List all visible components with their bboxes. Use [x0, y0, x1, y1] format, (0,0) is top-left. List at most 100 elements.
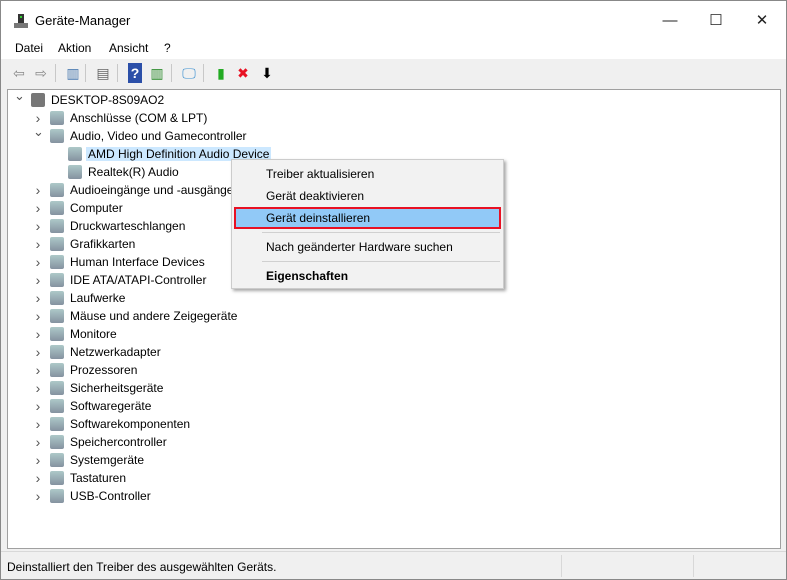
uninstall-button[interactable]: ✖ — [233, 63, 253, 83]
storage-icon — [50, 435, 64, 449]
chevron-right-icon[interactable]: › — [33, 488, 43, 504]
mouse-icon — [50, 309, 64, 323]
download-button[interactable]: ⬇ — [257, 63, 277, 83]
tree-item[interactable]: › Prozessoren — [8, 361, 778, 379]
chevron-right-icon[interactable]: › — [33, 398, 43, 414]
properties-button[interactable]: ▤ — [93, 63, 113, 83]
menu-ansicht[interactable]: Ansicht — [109, 41, 148, 55]
chevron-right-icon[interactable]: › — [33, 326, 43, 342]
tree-item-label: Systemgeräte — [70, 453, 145, 467]
tree-item-label: Softwaregeräte — [70, 399, 152, 413]
context-menu: Treiber aktualisieren Gerät deaktivieren G… — [231, 159, 504, 289]
device-manager-window: Geräte-Manager — ☐ ✕ Datei Aktion Ansich… — [0, 0, 787, 580]
security-icon — [50, 381, 64, 395]
system-icon — [50, 453, 64, 467]
tree-item-label: Netzwerkadapter — [70, 345, 161, 359]
tree-item-label: Anschlüsse (COM & LPT) — [70, 111, 208, 125]
forward-arrow-icon: ⇨ — [35, 64, 47, 81]
tree-item[interactable]: › Softwarekomponenten — [8, 415, 778, 433]
speaker-icon — [68, 165, 82, 179]
tree-item-label: Prozessoren — [70, 363, 138, 377]
update-driver-icon: ▮ — [217, 64, 225, 81]
chevron-right-icon[interactable]: › — [33, 272, 43, 288]
uninstall-icon: ✖ — [237, 64, 249, 81]
printer-icon — [50, 219, 64, 233]
chevron-right-icon[interactable]: › — [33, 416, 43, 432]
tree-item-label: Realtek(R) Audio — [88, 165, 179, 179]
tree-item[interactable]: › Tastaturen — [8, 469, 778, 487]
update-driver-button[interactable]: ▮ — [211, 63, 231, 83]
tree-item[interactable]: › USB-Controller — [8, 487, 778, 505]
chevron-down-icon[interactable]: ⌄ — [33, 124, 44, 140]
chevron-right-icon[interactable]: › — [33, 452, 43, 468]
tree-item[interactable]: ⌄ DESKTOP-8S09AO2 — [8, 88, 778, 109]
back-arrow-button[interactable]: ⇦ — [9, 63, 29, 83]
tree-item[interactable]: › Sicherheitsgeräte — [8, 379, 778, 397]
toolbar-separator — [85, 64, 86, 82]
chevron-right-icon[interactable]: › — [33, 344, 43, 360]
console-tree-button[interactable]: ▥ — [63, 63, 83, 83]
device-tree[interactable]: ⌄ DESKTOP-8S09AO2 › Anschlüsse (COM & LPT) ⌄… — [7, 88, 781, 549]
help-button[interactable]: ? — [128, 63, 142, 83]
window-title: Geräte-Manager — [35, 13, 131, 28]
usb-icon — [50, 489, 64, 503]
toolbar-separator — [203, 64, 204, 82]
tree-item[interactable]: › Laufwerke — [8, 289, 778, 307]
tree-item[interactable]: › Monitore — [8, 325, 778, 343]
menu-help[interactable]: ? — [164, 41, 171, 55]
menu-item-gerät-deinstallieren[interactable]: Gerät deinstallieren — [234, 207, 501, 229]
chevron-right-icon[interactable]: › — [33, 254, 43, 270]
menu-item-treiber-aktualisieren[interactable]: Treiber aktualisieren — [234, 163, 501, 185]
processor-icon — [50, 363, 64, 377]
properties-icon: ▤ — [96, 64, 110, 81]
menu-separator — [262, 261, 500, 262]
chevron-right-icon[interactable]: › — [33, 236, 43, 252]
console-tree-icon: ▥ — [66, 64, 80, 81]
tree-item[interactable]: › Anschlüsse (COM & LPT) — [8, 109, 778, 127]
back-arrow-icon: ⇦ — [13, 64, 25, 81]
tree-item-label: Druckwarteschlangen — [70, 219, 186, 233]
menu-aktion[interactable]: Aktion — [58, 41, 91, 55]
forward-arrow-button[interactable]: ⇨ — [31, 63, 51, 83]
keyboard-icon — [50, 471, 64, 485]
chevron-right-icon[interactable]: › — [33, 362, 43, 378]
tree-item-label: Tastaturen — [70, 471, 127, 485]
tree-item[interactable]: › Speichercontroller — [8, 433, 778, 451]
chevron-right-icon[interactable]: › — [33, 470, 43, 486]
chevron-right-icon[interactable]: › — [33, 290, 43, 306]
menu-item-gerät-deaktivieren[interactable]: Gerät deaktivieren — [234, 185, 501, 207]
tree-item[interactable]: ⌄ Audio, Video und Gamecontroller — [8, 124, 778, 145]
chevron-right-icon[interactable]: › — [33, 434, 43, 450]
tree-item[interactable]: › Mäuse und andere Zeigegeräte — [8, 307, 778, 325]
audio-io-icon — [50, 183, 64, 197]
tree-item-label: USB-Controller — [70, 489, 151, 503]
computer-icon — [31, 93, 45, 107]
chevron-right-icon[interactable]: › — [33, 218, 43, 234]
tree-item[interactable]: › Netzwerkadapter — [8, 343, 778, 361]
title-bar[interactable]: Geräte-Manager — ☐ ✕ — [1, 1, 786, 39]
tree-item-label: Grafikkarten — [70, 237, 136, 251]
chevron-right-icon[interactable]: › — [33, 380, 43, 396]
download-icon: ⬇ — [261, 64, 273, 81]
menu-item-nach-geänderter-hardware-suchen[interactable]: Nach geänderter Hardware suchen — [234, 236, 501, 258]
menu-datei[interactable]: Datei — [15, 41, 43, 55]
status-text: Deinstalliert den Treiber des ausgewählt… — [7, 560, 277, 574]
action-pane-button[interactable]: ▥ — [147, 63, 167, 83]
chevron-right-icon[interactable]: › — [33, 200, 43, 216]
menu-item-eigenschaften[interactable]: Eigenschaften — [234, 265, 501, 287]
tree-item[interactable]: › Softwaregeräte — [8, 397, 778, 415]
toolbar: ⇦ ⇨ ▥ ▤? ▥ 🖵 ▮ ✖ ⬇ — [1, 59, 786, 87]
speaker-icon — [68, 147, 82, 161]
software-component-icon — [50, 417, 64, 431]
close-button[interactable]: ✕ — [739, 1, 785, 39]
chevron-down-icon[interactable]: ⌄ — [14, 88, 25, 104]
minimize-button[interactable]: — — [647, 1, 693, 39]
tree-item-label: Monitore — [70, 327, 117, 341]
maximize-button[interactable]: ☐ — [693, 1, 739, 39]
chevron-right-icon[interactable]: › — [33, 182, 43, 198]
monitor-icon — [50, 327, 64, 341]
scan-hardware-button[interactable]: 🖵 — [179, 63, 199, 83]
tree-item[interactable]: › Systemgeräte — [8, 451, 778, 469]
chevron-right-icon[interactable]: › — [33, 308, 43, 324]
toolbar-separator — [171, 64, 172, 82]
